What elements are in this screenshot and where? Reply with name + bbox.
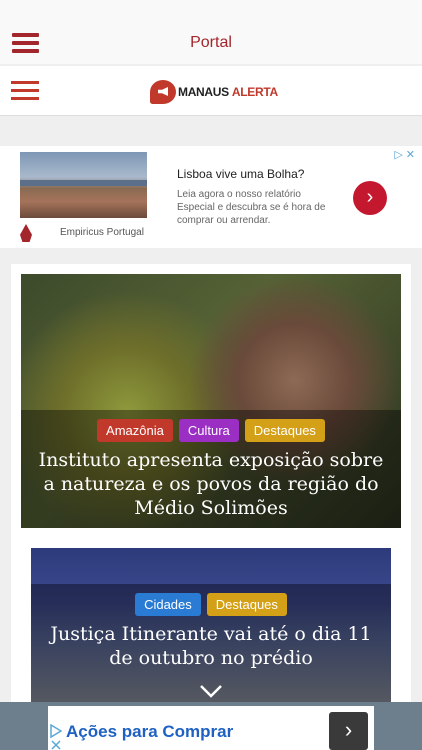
logo-text-alerta: ALERTA bbox=[231, 85, 278, 99]
ad-arrow-button[interactable]: › bbox=[353, 181, 387, 215]
ad-title[interactable]: Lisboa vive uma Bolha? bbox=[177, 167, 304, 181]
ad-image[interactable] bbox=[20, 152, 147, 218]
article-card[interactable]: Amazônia Cultura Destaques Instituto apr… bbox=[21, 274, 401, 528]
article-headline[interactable]: Instituto apresenta exposição sobre a na… bbox=[21, 448, 401, 520]
adchoices-icon[interactable] bbox=[50, 724, 62, 750]
tag-cultura[interactable]: Cultura bbox=[178, 419, 239, 442]
article-card[interactable]: Cidades Destaques Justiça Itinerante vai… bbox=[31, 548, 391, 702]
advertisement-banner[interactable]: Empiricus Portugal Lisboa vive uma Bolha… bbox=[0, 146, 422, 248]
tag-cidades[interactable]: Cidades bbox=[135, 593, 201, 616]
ad-brand: Empiricus Portugal bbox=[60, 227, 144, 238]
tag-destaques[interactable]: Destaques bbox=[206, 593, 287, 616]
megaphone-icon bbox=[150, 80, 176, 104]
bottom-ad-title[interactable]: Ações para Comprar bbox=[66, 722, 233, 742]
article-headline[interactable]: Justiça Itinerante vai até o dia 11 de o… bbox=[31, 622, 391, 670]
app-title: Portal bbox=[190, 34, 232, 51]
site-header: MANAUS ALERTA bbox=[0, 66, 422, 116]
bottom-advertisement[interactable]: Ações para Comprar › bbox=[48, 706, 374, 750]
brand-flame-icon bbox=[20, 224, 32, 242]
chevron-right-icon[interactable]: › bbox=[329, 712, 368, 750]
chevron-down-icon[interactable] bbox=[199, 684, 223, 698]
tag-list: Amazônia Cultura Destaques bbox=[21, 419, 401, 442]
logo-text-manaus: MANAUS bbox=[178, 85, 229, 99]
ad-text: Leia agora o nosso relatório Especial e … bbox=[177, 189, 326, 226]
hamburger-menu-icon[interactable] bbox=[11, 79, 39, 103]
adchoices-close-icon[interactable]: ▷✕ bbox=[394, 148, 418, 161]
tag-destaques[interactable]: Destaques bbox=[244, 419, 325, 442]
tag-list: Cidades Destaques bbox=[31, 593, 391, 616]
tag-amazonia[interactable]: Amazônia bbox=[97, 419, 173, 442]
app-header: Portal bbox=[0, 0, 422, 64]
article-overlay: Amazônia Cultura Destaques Instituto apr… bbox=[21, 410, 401, 528]
site-logo[interactable]: MANAUS ALERTA bbox=[150, 80, 278, 104]
